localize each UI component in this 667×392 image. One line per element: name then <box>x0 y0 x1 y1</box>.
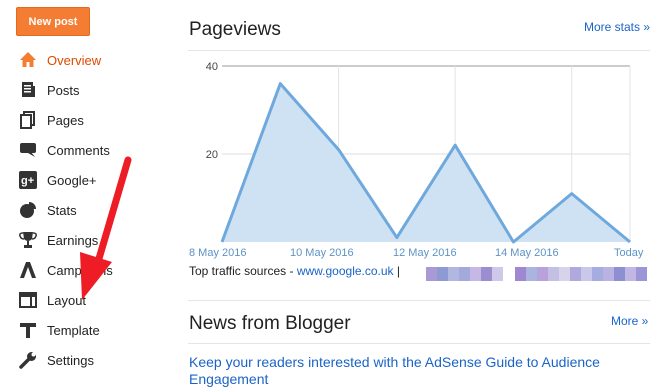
x-tick-label: Today <box>614 247 644 259</box>
news-title: News from Blogger <box>189 313 351 334</box>
pageviews-title: Pageviews <box>189 19 281 40</box>
y-tick-label: 20 <box>206 149 218 161</box>
x-tick-label: 12 May 2016 <box>393 247 457 259</box>
more-stats-link[interactable]: More stats » <box>584 20 650 34</box>
traffic-sources: Top traffic sources - www.google.co.uk | <box>189 264 400 278</box>
traffic-label: Top traffic sources - <box>189 264 297 278</box>
x-tick-label: 14 May 2016 <box>495 247 559 259</box>
traffic-source-link[interactable]: www.google.co.uk <box>297 264 394 278</box>
section-divider <box>188 300 650 301</box>
news-more-link[interactable]: More » <box>611 314 648 328</box>
pageviews-chart: 40 20 <box>206 61 631 244</box>
blurred-source <box>426 267 503 281</box>
pageviews-area <box>222 83 630 242</box>
news-article-link[interactable]: Keep your readers interested with the Ad… <box>189 354 649 388</box>
x-tick-label: 8 May 2016 <box>189 247 247 259</box>
section-divider <box>188 343 650 344</box>
blurred-source <box>515 267 647 281</box>
x-tick-label: 10 May 2016 <box>290 247 354 259</box>
traffic-separator: | <box>396 264 401 278</box>
y-tick-label: 40 <box>206 61 218 73</box>
section-divider <box>188 50 650 51</box>
